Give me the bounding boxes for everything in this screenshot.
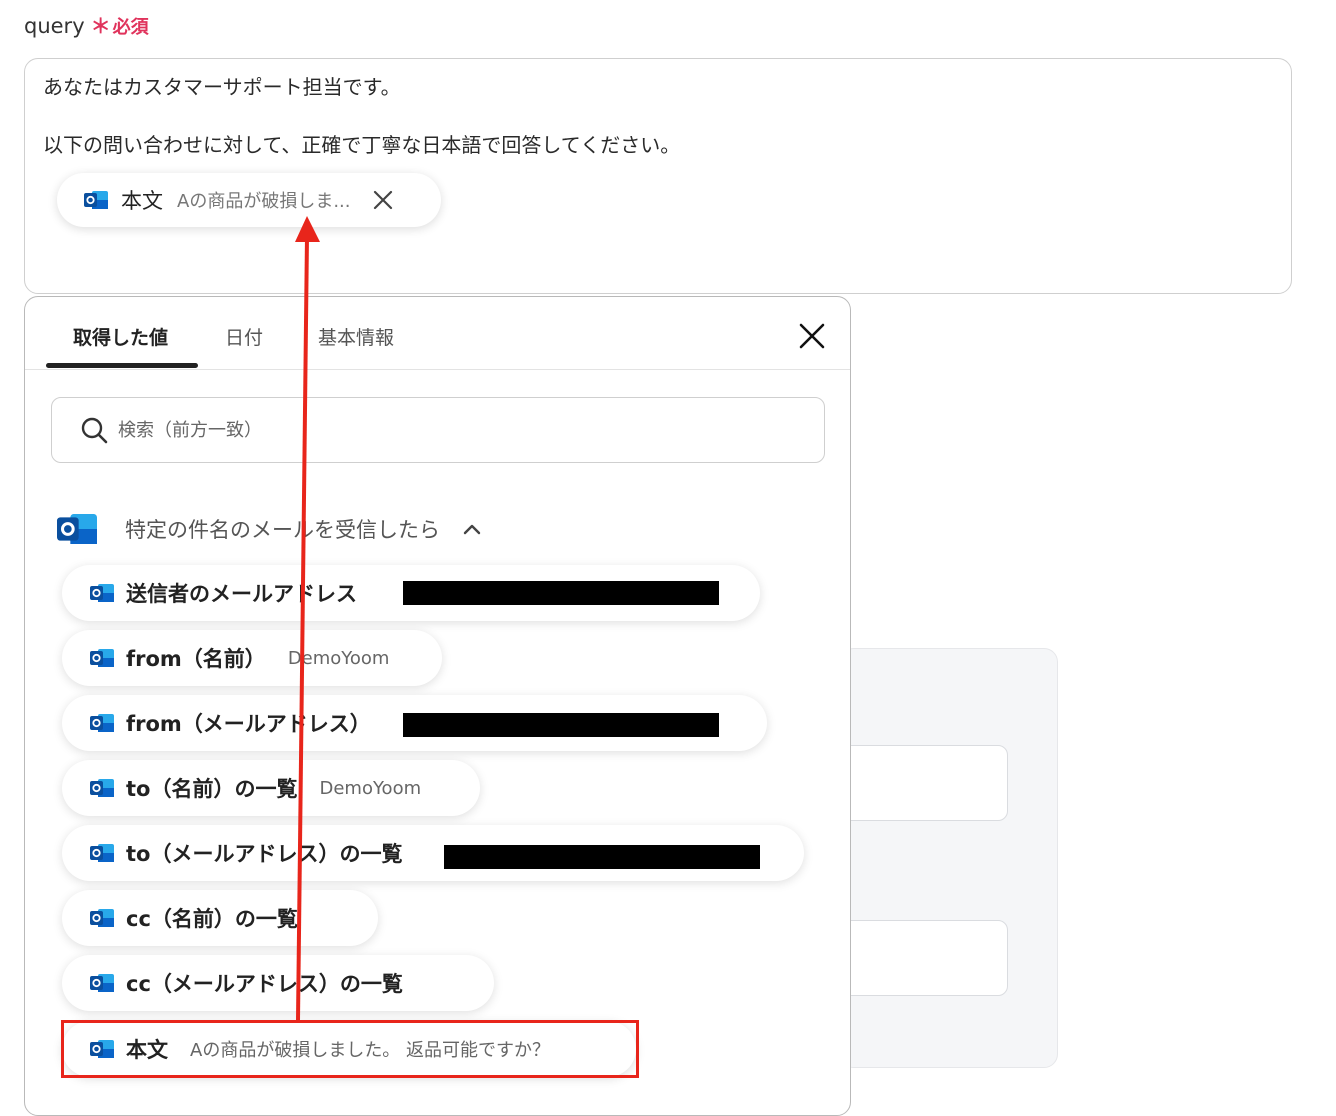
outlook-icon — [84, 191, 108, 209]
redaction-bar — [403, 713, 719, 737]
active-tab-indicator — [46, 363, 198, 368]
chevron-up-icon[interactable] — [462, 519, 482, 539]
tab-bar: 取得した値 日付 基本情報 — [25, 297, 850, 370]
value-picker-popup: 取得した値 日付 基本情報 特定の件名のメールを受信したら 送信者のメールアドレ… — [24, 296, 851, 1116]
item-label: to（メールアドレス）の一覧 — [126, 842, 403, 866]
inserted-value-chip[interactable]: 本文 Aの商品が破損しま... — [57, 173, 441, 227]
query-line-2: 以下の問い合わせに対して、正確で丁寧な日本語で回答してください。 — [43, 133, 681, 157]
item-value: DemoYoom — [319, 777, 422, 799]
tab-date[interactable]: 日付 — [225, 323, 263, 350]
outlook-icon — [57, 514, 97, 544]
tab-acquired-values[interactable]: 取得した値 — [73, 323, 168, 350]
outlook-icon — [90, 844, 114, 862]
field-label: query ＊必須 — [24, 10, 149, 39]
list-item-to-names[interactable]: to（名前）の一覧 DemoYoom — [62, 760, 480, 816]
background-card — [840, 648, 1058, 1068]
popup-close-button[interactable] — [798, 322, 826, 350]
list-item-from-name[interactable]: from（名前） DemoYoom — [62, 630, 442, 686]
background-input-1[interactable] — [838, 745, 1008, 821]
item-label: from（メールアドレス） — [126, 712, 371, 736]
field-label-text: query — [24, 14, 85, 38]
chip-label: 本文 — [121, 189, 163, 213]
item-label: cc（名前）の一覧 — [126, 907, 298, 931]
item-label: 送信者のメールアドレス — [126, 582, 357, 606]
list-item-cc-emails[interactable]: cc（メールアドレス）の一覧 — [62, 955, 494, 1011]
query-textarea[interactable]: あなたはカスタマーサポート担当です。 以下の問い合わせに対して、正確で丁寧な日本… — [24, 58, 1292, 294]
close-icon — [374, 190, 393, 210]
section-title: 特定の件名のメールを受信したら — [125, 518, 440, 542]
outlook-icon — [90, 714, 114, 732]
search-box — [51, 397, 825, 463]
list-item-cc-names[interactable]: cc（名前）の一覧 — [62, 890, 378, 946]
annotation-highlight-box — [61, 1020, 639, 1078]
redaction-bar — [403, 581, 719, 605]
search-icon — [81, 417, 108, 444]
required-text: 必須 — [112, 17, 149, 38]
item-label: cc（メールアドレス）の一覧 — [126, 972, 403, 996]
redaction-bar — [444, 845, 760, 869]
background-input-2[interactable] — [838, 920, 1008, 996]
outlook-icon — [90, 974, 114, 992]
outlook-icon — [90, 584, 114, 602]
chip-value: Aの商品が破損しま... — [177, 191, 351, 212]
search-input[interactable] — [116, 418, 720, 442]
query-line-1: あなたはカスタマーサポート担当です。 — [43, 75, 401, 99]
tab-basic-info[interactable]: 基本情報 — [318, 323, 394, 350]
item-label: from（名前） — [126, 647, 266, 671]
chip-remove-button[interactable] — [372, 189, 394, 211]
outlook-icon — [90, 779, 114, 797]
section-header[interactable]: 特定の件名のメールを受信したら — [55, 509, 482, 549]
outlook-icon — [90, 909, 114, 927]
outlook-icon — [90, 649, 114, 667]
close-icon — [799, 323, 825, 349]
required-mark: ＊ — [90, 14, 111, 38]
item-label: to（名前）の一覧 — [126, 777, 298, 801]
item-value: DemoYoom — [287, 647, 390, 669]
